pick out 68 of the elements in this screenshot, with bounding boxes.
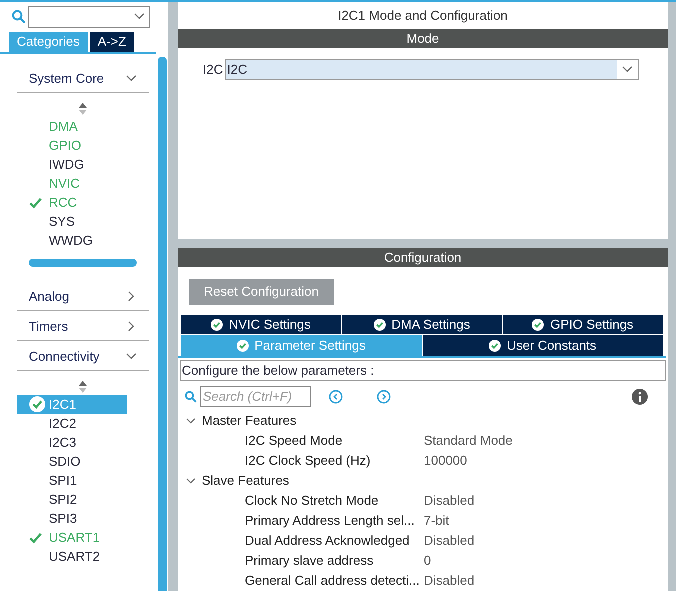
category-header[interactable]: Timers	[17, 313, 149, 341]
search-combo[interactable]	[28, 6, 150, 28]
settings-tab[interactable]: GPIO Settings	[503, 315, 663, 334]
peripheral-item[interactable]: SPI3	[17, 509, 127, 528]
sort-icon[interactable]	[79, 381, 87, 393]
parameter-value[interactable]: Disabled	[424, 491, 475, 511]
parameter-name: I2C Speed Mode	[245, 432, 344, 450]
previous-icon[interactable]	[329, 390, 343, 404]
parameter-name: General Call address detecti...	[245, 572, 421, 590]
chevron-down-icon	[126, 351, 137, 362]
group-label: Master Features	[202, 412, 297, 430]
settings-tab[interactable]: DMA Settings	[342, 315, 502, 334]
check-circle-icon	[29, 396, 46, 413]
check-circle-icon	[488, 340, 501, 352]
peripheral-item[interactable]: SPI2	[17, 490, 127, 509]
parameter-name: Primary slave address	[245, 552, 375, 570]
chevron-down-icon	[622, 66, 634, 73]
peripheral-item[interactable]: IWDG	[17, 155, 127, 174]
panel-title: I2C1 Mode and Configuration	[337, 7, 509, 25]
section-header: Mode	[178, 29, 668, 48]
check-circle-icon	[211, 318, 224, 330]
peripheral-item[interactable]: WWDG	[17, 231, 127, 250]
check-circle-icon	[374, 318, 386, 330]
search-field[interactable]: Search (Ctrl+F)	[200, 386, 311, 407]
peripheral-item[interactable]: SDIO	[17, 452, 127, 471]
category-header[interactable]: Connectivity	[17, 343, 149, 371]
horizontal-scrollbar[interactable]	[29, 259, 137, 267]
chevron-down-icon	[126, 73, 137, 84]
peripheral-item[interactable]: SPI1	[17, 471, 127, 490]
parameter-value[interactable]: Standard Mode	[424, 431, 513, 451]
field-label: I2C	[203, 60, 224, 79]
search-icon	[12, 10, 26, 24]
parameter-value[interactable]: Disabled	[424, 571, 475, 591]
parameter-value[interactable]: 7-bit	[424, 511, 450, 531]
chevron-right-icon	[126, 321, 137, 332]
parameter-value[interactable]: Disabled	[424, 531, 475, 551]
category-header[interactable]: Analog	[17, 283, 149, 311]
peripheral-item[interactable]: I2C2	[17, 414, 127, 433]
category-header[interactable]: System Core	[17, 65, 149, 93]
parameter-name: Clock No Stretch Mode	[245, 492, 380, 510]
parameter-name: Primary Address Length sel...	[245, 512, 416, 530]
chevron-down-icon[interactable]	[186, 476, 196, 486]
parameter-value[interactable]: 0	[424, 551, 432, 571]
chevron-down-icon[interactable]	[186, 416, 196, 426]
chevron-down-icon	[134, 13, 145, 20]
sidebar-tab[interactable]: A->Z	[90, 32, 134, 52]
hint-text: Configure the below parameters :	[180, 360, 666, 381]
next-icon[interactable]	[377, 390, 391, 404]
check-icon	[29, 532, 42, 544]
peripheral-item[interactable]: I2C3	[17, 433, 127, 452]
check-icon	[29, 196, 42, 208]
parameter-name: Dual Address Acknowledged	[245, 532, 411, 550]
settings-tab[interactable]: User Constants	[422, 335, 663, 356]
section-header: Configuration	[178, 248, 668, 267]
info-icon[interactable]	[632, 388, 648, 404]
scrollbar[interactable]	[158, 57, 167, 591]
settings-tab[interactable]: NVIC Settings	[181, 315, 341, 334]
parameter-value[interactable]: 100000	[424, 451, 468, 471]
mode-select[interactable]: I2C	[225, 59, 640, 80]
peripheral-item[interactable]: SYS	[17, 212, 127, 231]
group-label: Slave Features	[202, 472, 290, 490]
check-circle-icon	[236, 340, 249, 352]
parameter-name: I2C Clock Speed (Hz)	[245, 452, 372, 470]
search-icon	[185, 390, 197, 402]
chevron-right-icon	[126, 291, 137, 302]
check-circle-icon	[532, 318, 544, 330]
sort-icon[interactable]	[79, 103, 87, 115]
peripheral-item[interactable]: USART2	[17, 547, 127, 566]
